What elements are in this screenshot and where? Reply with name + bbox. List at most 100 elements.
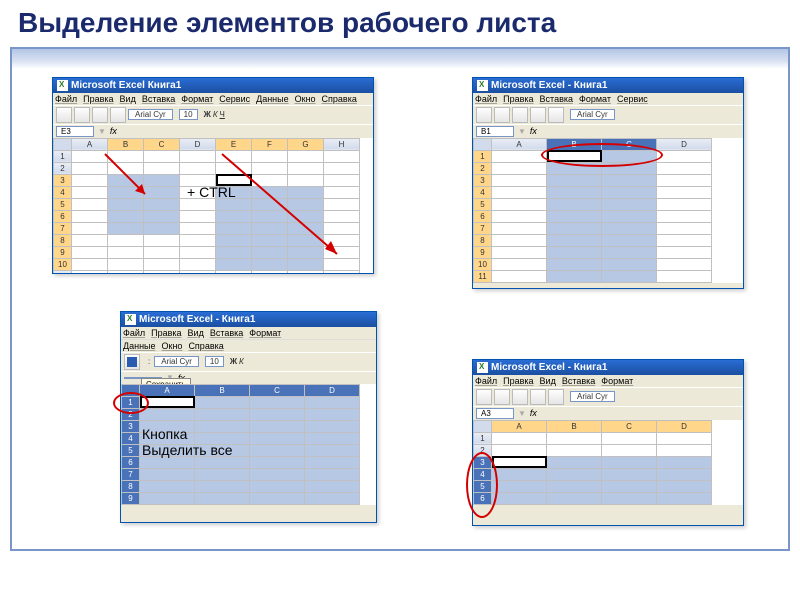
- menu-window[interactable]: Окно: [162, 341, 183, 351]
- row-header[interactable]: 9: [474, 246, 492, 258]
- formula-bar[interactable]: A3 ▼ fx: [473, 406, 743, 420]
- col-header[interactable]: H: [324, 138, 360, 150]
- row-header[interactable]: 10: [54, 258, 72, 270]
- menu-insert[interactable]: Вставка: [210, 328, 243, 338]
- name-box[interactable]: B1: [476, 126, 514, 137]
- menu-insert[interactable]: Вставка: [540, 94, 573, 104]
- menu-insert[interactable]: Вставка: [562, 376, 595, 386]
- col-header[interactable]: A: [140, 384, 195, 396]
- row-header[interactable]: 4: [122, 432, 140, 444]
- font-size-selector[interactable]: 10: [179, 109, 198, 120]
- menu-data[interactable]: Данные: [256, 94, 289, 104]
- font-size-selector[interactable]: 10: [205, 356, 224, 367]
- toolbar[interactable]: Arial Cyr: [473, 105, 743, 124]
- menu-view[interactable]: Вид: [540, 376, 556, 386]
- toolbar-button[interactable]: [548, 389, 564, 405]
- bold-button[interactable]: Ж: [230, 357, 237, 366]
- row-header[interactable]: 8: [54, 234, 72, 246]
- worksheet[interactable]: A B C D E F G H 1 2 3 4 5 6 7 8 9 10: [53, 138, 373, 274]
- row-header[interactable]: 4: [474, 468, 492, 480]
- toolbar-button[interactable]: [476, 389, 492, 405]
- row-header[interactable]: 1: [54, 150, 72, 162]
- col-header[interactable]: C: [250, 384, 305, 396]
- row-header[interactable]: 5: [122, 444, 140, 456]
- worksheet[interactable]: A B C D 1 2 3 4 5 6: [473, 420, 743, 505]
- toolbar-button[interactable]: [512, 107, 528, 123]
- row-header[interactable]: 6: [122, 456, 140, 468]
- row-header[interactable]: 3: [122, 420, 140, 432]
- toolbar-button[interactable]: [494, 389, 510, 405]
- name-box[interactable]: E3: [56, 126, 94, 137]
- menu-edit[interactable]: Правка: [151, 328, 181, 338]
- toolbar[interactable]: : Arial Cyr 10 Ж К: [121, 352, 376, 371]
- menu-view[interactable]: Вид: [120, 94, 136, 104]
- row-header[interactable]: 2: [474, 444, 492, 456]
- col-header[interactable]: B: [108, 138, 144, 150]
- col-header[interactable]: C: [602, 420, 657, 432]
- menu-file[interactable]: Файл: [475, 376, 497, 386]
- italic-button[interactable]: К: [239, 357, 244, 366]
- col-header[interactable]: B: [547, 138, 602, 150]
- row-header[interactable]: 4: [54, 186, 72, 198]
- row-header[interactable]: 6: [474, 492, 492, 504]
- col-header[interactable]: F: [252, 138, 288, 150]
- menu-tools[interactable]: Сервис: [219, 94, 250, 104]
- toolbar-button[interactable]: [92, 107, 108, 123]
- menu-edit[interactable]: Правка: [83, 94, 113, 104]
- menu-tools[interactable]: Сервис: [617, 94, 648, 104]
- toolbar-button[interactable]: [56, 107, 72, 123]
- row-header[interactable]: 4: [474, 186, 492, 198]
- row-header[interactable]: 8: [474, 234, 492, 246]
- col-header[interactable]: D: [305, 384, 360, 396]
- row-header[interactable]: 3: [54, 174, 72, 186]
- row-header[interactable]: 10: [474, 258, 492, 270]
- row-header[interactable]: 9: [122, 492, 140, 504]
- col-header[interactable]: G: [288, 138, 324, 150]
- menu-format[interactable]: Формат: [579, 94, 611, 104]
- menu-format[interactable]: Формат: [249, 328, 281, 338]
- row-header[interactable]: 1: [474, 432, 492, 444]
- col-header[interactable]: A: [72, 138, 108, 150]
- bold-button[interactable]: Ж: [204, 110, 211, 119]
- col-header[interactable]: D: [657, 138, 712, 150]
- toolbar[interactable]: Arial Cyr 10 Ж К Ч: [53, 105, 373, 124]
- menu-file[interactable]: Файл: [123, 328, 145, 338]
- menu-file[interactable]: Файл: [475, 94, 497, 104]
- row-header[interactable]: 7: [122, 468, 140, 480]
- col-header[interactable]: C: [144, 138, 180, 150]
- row-header[interactable]: 8: [122, 480, 140, 492]
- toolbar-button[interactable]: [512, 389, 528, 405]
- row-header[interactable]: 3: [474, 174, 492, 186]
- toolbar[interactable]: Arial Cyr: [473, 387, 743, 406]
- select-all-corner[interactable]: [474, 420, 492, 432]
- row-header[interactable]: 3: [474, 456, 492, 468]
- menu-edit[interactable]: Правка: [503, 94, 533, 104]
- row-header[interactable]: 5: [474, 480, 492, 492]
- name-box[interactable]: A3: [476, 408, 514, 419]
- menubar[interactable]: Файл Правка Вид Вставка Формат Сервис Да…: [53, 93, 373, 105]
- select-all-corner[interactable]: [54, 138, 72, 150]
- col-header[interactable]: E: [216, 138, 252, 150]
- worksheet[interactable]: A B C D 1 2 3 4 5 6 7 8 9: [121, 384, 376, 505]
- toolbar-button[interactable]: [548, 107, 564, 123]
- menubar[interactable]: Файл Правка Вид Вставка Формат: [473, 375, 743, 387]
- menu-data[interactable]: Данные: [123, 341, 156, 351]
- menu-file[interactable]: Файл: [55, 94, 77, 104]
- row-header[interactable]: 2: [54, 162, 72, 174]
- menu-window[interactable]: Окно: [295, 94, 316, 104]
- menu-view[interactable]: Вид: [188, 328, 204, 338]
- menubar[interactable]: Файл Правка Вид Вставка Формат: [121, 327, 376, 339]
- font-selector[interactable]: Arial Cyr: [154, 356, 199, 367]
- row-header[interactable]: 7: [54, 222, 72, 234]
- row-header[interactable]: 6: [54, 210, 72, 222]
- row-header[interactable]: 9: [54, 246, 72, 258]
- col-header[interactable]: D: [657, 420, 712, 432]
- col-header[interactable]: C: [602, 138, 657, 150]
- toolbar-button[interactable]: [530, 107, 546, 123]
- formula-bar[interactable]: B1 ▼ fx: [473, 124, 743, 138]
- worksheet[interactable]: A B C D 1 2 3 4 5 6 7 8 9 10 11: [473, 138, 743, 283]
- col-header[interactable]: D: [180, 138, 216, 150]
- menu-help[interactable]: Справка: [322, 94, 357, 104]
- toolbar-button[interactable]: [494, 107, 510, 123]
- save-button[interactable]: [124, 354, 140, 370]
